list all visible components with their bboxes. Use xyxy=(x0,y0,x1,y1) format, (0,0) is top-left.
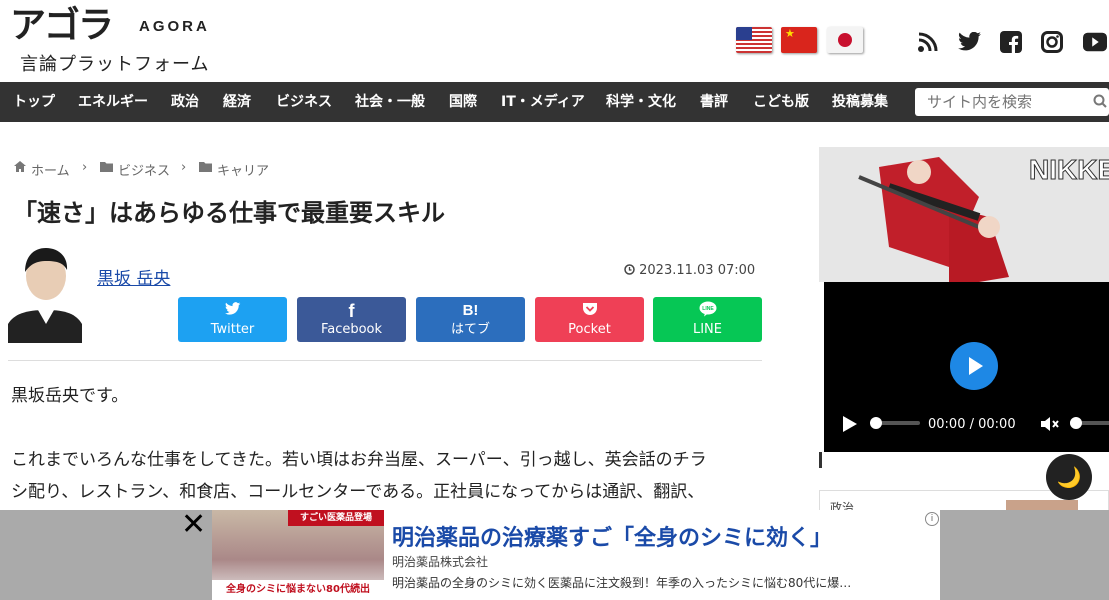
share-label: Twitter xyxy=(210,322,255,337)
sidebar-thumbnail[interactable] xyxy=(1006,500,1078,510)
dark-mode-toggle[interactable]: 🌙 xyxy=(1046,454,1092,500)
volume-slider[interactable] xyxy=(1070,417,1109,429)
play-icon[interactable] xyxy=(842,415,858,437)
sidebar-banner-image[interactable]: NIKKE xyxy=(819,147,1109,282)
twitter-icon xyxy=(178,301,287,321)
nav-item-politics[interactable]: 政治 xyxy=(171,82,199,122)
nav-item-submit[interactable]: 投稿募集 xyxy=(832,82,888,122)
china-flag-icon[interactable]: ★ xyxy=(781,27,817,53)
folder-icon xyxy=(199,160,212,175)
divider xyxy=(8,360,762,361)
video-time-total: 00:00 xyxy=(978,417,1016,432)
nav-item-top[interactable]: トップ xyxy=(13,82,55,122)
nav-item-energy[interactable]: エネルギー xyxy=(78,82,148,122)
line-icon: LINE xyxy=(653,301,762,321)
hatena-icon: B! xyxy=(462,302,479,319)
ad-description[interactable]: 明治薬品の全身のシミに効く医薬品に注文殺到！年季の入ったシミに悩む80代に爆… xyxy=(392,574,851,591)
pocket-icon xyxy=(535,301,644,321)
twitter-icon[interactable] xyxy=(958,30,982,54)
folder-icon xyxy=(100,160,113,175)
rss-icon[interactable] xyxy=(916,30,940,54)
mute-icon[interactable] xyxy=(1040,416,1060,436)
japan-flag-icon[interactable] xyxy=(827,27,863,53)
video-time: 00:00 / 00:00 xyxy=(928,417,1016,432)
progress-handle[interactable] xyxy=(870,417,882,429)
breadcrumb-home[interactable]: ホーム xyxy=(31,160,70,179)
share-label: はてブ xyxy=(450,322,490,337)
info-icon[interactable]: i xyxy=(925,512,939,526)
share-label: Facebook xyxy=(320,322,383,337)
nav-item-science[interactable]: 科学・文化 xyxy=(606,82,676,122)
share-line-button[interactable]: LINE LINE xyxy=(653,297,762,342)
article-paragraph: これまでいろんな仕事をしてきた。若い頃はお弁当屋、スーパー、引っ越し、英会話のチ… xyxy=(11,450,707,470)
close-icon[interactable]: ✕ xyxy=(181,507,206,542)
site-tagline: 言論プラットフォーム xyxy=(20,54,210,75)
ad-image-badge: すごい医薬品登場 xyxy=(288,510,384,526)
share-label: LINE xyxy=(692,322,722,337)
avatar[interactable] xyxy=(8,246,82,343)
facebook-icon: f xyxy=(348,301,355,321)
play-button[interactable] xyxy=(950,342,998,390)
home-icon xyxy=(14,160,26,175)
site-logo-en: AGORA xyxy=(139,18,210,35)
author-link[interactable]: 黒坂 岳央 xyxy=(97,264,170,289)
volume-handle[interactable] xyxy=(1070,417,1082,429)
site-logo[interactable]: アゴラ xyxy=(10,6,114,46)
share-pocket-button[interactable]: Pocket xyxy=(535,297,644,342)
article-paragraph: シ配り、レストラン、和食店、コールセンターである。正社員になってからは通訳、翻訳… xyxy=(11,482,705,502)
nav-item-economy[interactable]: 経済 xyxy=(223,82,251,122)
video-time-current: 00:00 xyxy=(928,417,966,432)
breadcrumb-career[interactable]: キャリア xyxy=(217,160,269,179)
chevron-right-icon: › xyxy=(181,160,187,175)
nav-item-business[interactable]: ビジネス xyxy=(276,82,332,122)
share-facebook-button[interactable]: f Facebook xyxy=(297,297,406,342)
nav-item-international[interactable]: 国際 xyxy=(449,82,477,122)
svg-text:LINE: LINE xyxy=(702,306,714,312)
ad-advertiser: 明治薬品株式会社 xyxy=(392,555,489,569)
clock-icon xyxy=(624,264,635,275)
video-progress-bar[interactable] xyxy=(870,417,920,429)
instagram-icon[interactable] xyxy=(1040,30,1064,54)
ad-image-caption: 全身のシミに悩まない80代続出 xyxy=(212,580,384,600)
share-label: Pocket xyxy=(568,322,611,337)
us-flag-icon[interactable] xyxy=(736,27,772,53)
search-icon[interactable] xyxy=(1093,93,1107,108)
share-twitter-button[interactable]: Twitter xyxy=(178,297,287,342)
facebook-icon[interactable] xyxy=(999,30,1023,54)
search-input[interactable] xyxy=(915,88,1109,116)
banner-logo: NIKKE xyxy=(1029,154,1109,185)
chevron-right-icon: › xyxy=(82,160,88,175)
ad-title[interactable]: 明治薬品の治療薬すご「全身のシミに効く」 xyxy=(392,520,832,552)
nav-item-kids[interactable]: こども版 xyxy=(753,82,809,122)
nav-item-review[interactable]: 書評 xyxy=(700,82,728,122)
publish-date-text: 2023.11.03 07:00 xyxy=(639,263,756,278)
share-hatena-button[interactable]: B! はてブ xyxy=(416,297,525,342)
article-title: 「速さ」はあらゆる仕事で最重要スキル xyxy=(13,199,445,227)
breadcrumb-business[interactable]: ビジネス xyxy=(118,160,170,179)
article-paragraph: 黒坂岳央です。 xyxy=(11,386,129,406)
youtube-icon[interactable] xyxy=(1083,30,1107,54)
publish-date: 2023.11.03 07:00 xyxy=(624,263,755,278)
nav-item-it-media[interactable]: IT・メディア xyxy=(501,82,585,122)
nav-item-society[interactable]: 社会・一般 xyxy=(355,82,425,122)
ad-image[interactable]: すごい医薬品登場 全身のシミに悩まない80代続出 xyxy=(212,510,384,600)
